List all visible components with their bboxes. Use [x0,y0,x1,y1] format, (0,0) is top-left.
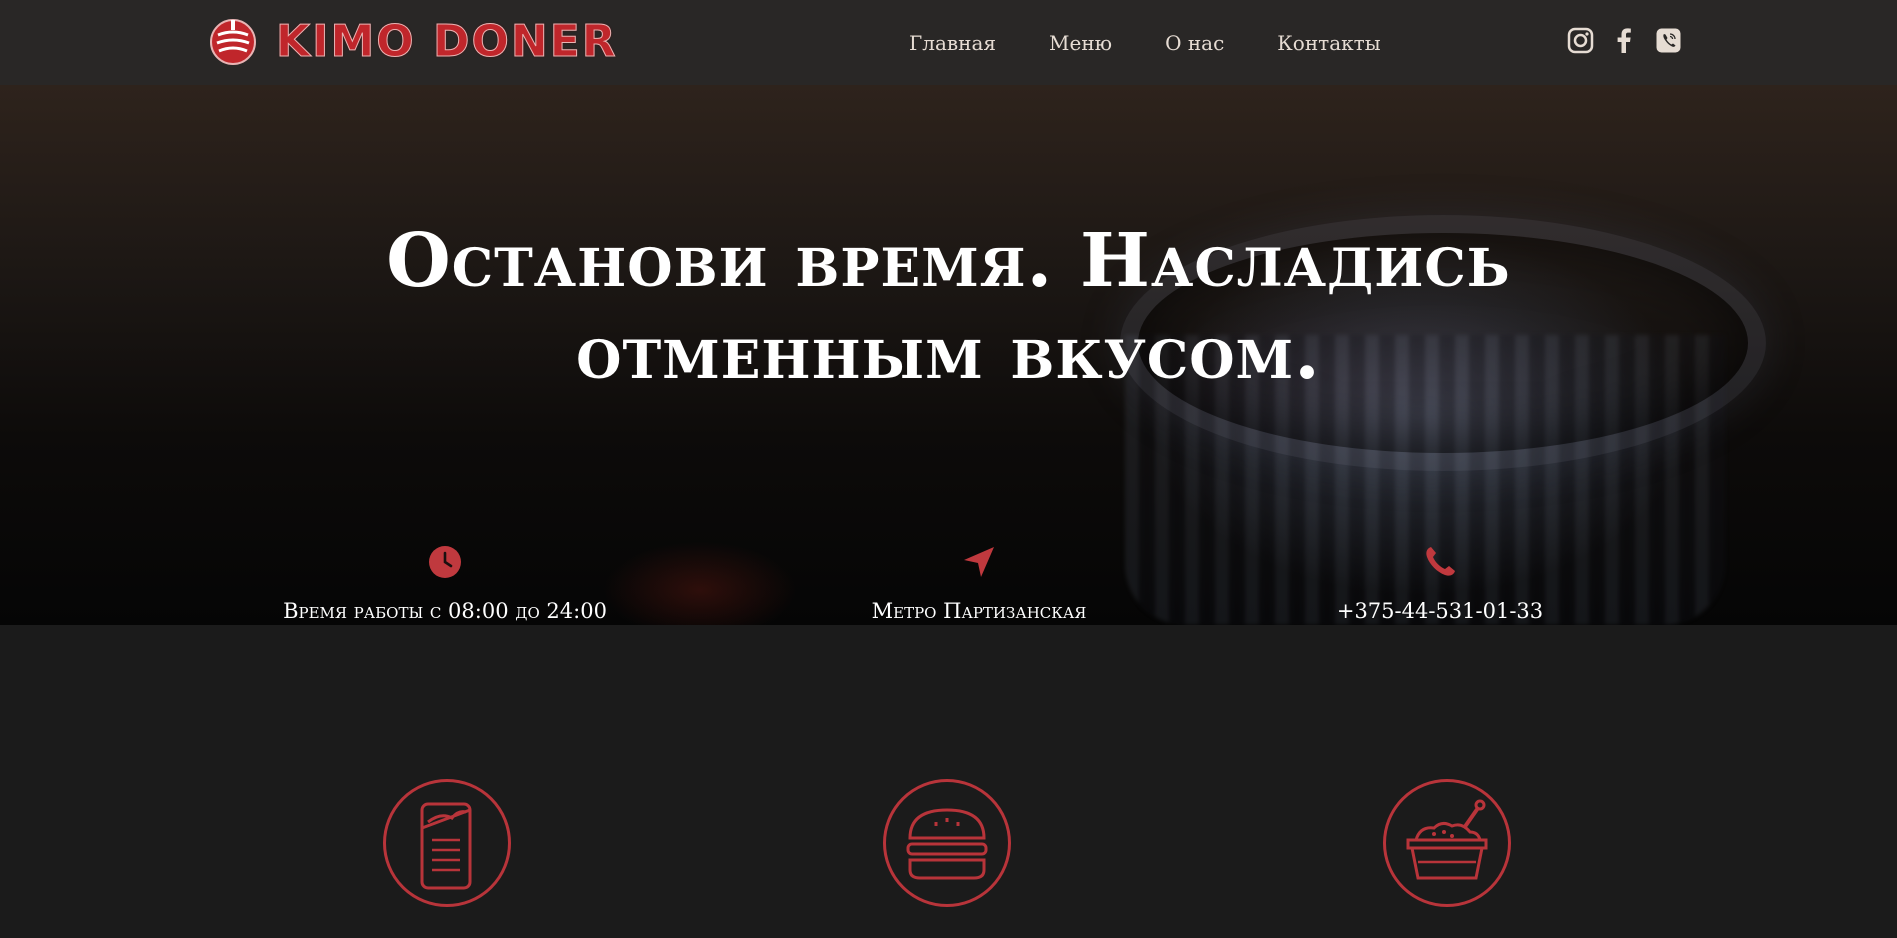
social-links [1567,26,1682,55]
nav-item-contacts[interactable]: Контакты [1277,30,1380,56]
hero-headline: Останови время. Насладись отменным вкусо… [0,215,1897,399]
clock-icon [429,546,461,578]
doner-wrap-icon [420,802,472,890]
working-hours-text: Время работы с 08:00 до 24:00 [283,599,607,623]
viber-icon[interactable] [1655,26,1682,55]
feature-doner-wrap [383,779,511,907]
location-arrow-icon [964,547,994,577]
features-section [0,779,1897,938]
logo[interactable]: KIMO DONER [208,16,618,67]
kebab-logo-icon [210,19,256,65]
food-bowl-icon [1406,799,1488,880]
info-location: Метро Партизанская [729,545,1229,623]
hero-headline-line1: Останови время. Насладись [386,218,1511,304]
phone-text[interactable]: +375-44-531-01-33 [1190,599,1690,623]
hero-headline-line2: отменным вкусом. [576,310,1321,396]
main-nav: Главная Меню О нас Контакты [909,30,1434,56]
facebook-icon[interactable] [1611,26,1638,55]
logo-text: KIMO DONER [276,16,618,67]
instagram-icon[interactable] [1567,26,1594,55]
location-text: Метро Партизанская [871,599,1087,623]
feature-burger [883,779,1011,907]
info-phone: +375-44-531-01-33 [1190,545,1690,623]
nav-item-menu[interactable]: Меню [1049,30,1112,56]
nav-item-home[interactable]: Главная [909,30,996,56]
feature-food-bowl [1383,779,1511,907]
nav-item-about[interactable]: О нас [1165,30,1224,56]
phone-icon [1426,547,1455,576]
hero-banner: Останови время. Насладись отменным вкусо… [0,85,1897,625]
burger-icon [906,808,988,880]
site-header: KIMO DONER Главная Меню О нас Контакты [0,0,1897,85]
info-working-hours: Время работы с 08:00 до 24:00 [195,545,695,623]
